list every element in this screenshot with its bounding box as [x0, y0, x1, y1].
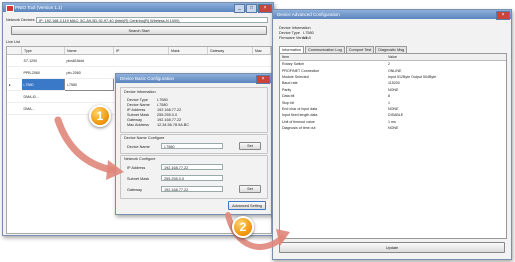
close-icon[interactable]: ×: [496, 11, 510, 20]
advanced-config-titlebar[interactable]: Device Advanced Configuration ×: [273, 10, 511, 20]
info-label-subnet-mask: Subnet Mask: [127, 113, 150, 117]
cell-name: pfo-2060: [64, 66, 114, 79]
close-icon[interactable]: ×: [258, 4, 272, 13]
info-label-mac-address: Mac Address: [127, 123, 149, 127]
subnet-mask-input[interactable]: 255.255.0.0: [161, 175, 223, 181]
minimize-icon[interactable]: _: [234, 4, 245, 13]
info-label-device-name: Device Name: [127, 103, 150, 107]
device-name-group: Device Name Configure Device Name i-7580…: [120, 134, 268, 154]
live-list-label: Live List: [6, 40, 20, 44]
cell-type: DMA-I0...: [21, 90, 65, 103]
app-icon: [6, 5, 14, 12]
set-name-button[interactable]: Set: [239, 142, 261, 150]
device-name-input[interactable]: i-7580: [161, 143, 223, 149]
device-type-value: I-7580: [303, 31, 314, 35]
ip-address-input[interactable]: 192.168.77.22: [161, 164, 223, 170]
update-button[interactable]: Update: [279, 242, 505, 253]
main-window-title: PNIO Tool (Version 1.1): [15, 5, 63, 10]
column-header-name[interactable]: Name: [64, 47, 114, 55]
info-label-ip-address: IP Address: [127, 108, 146, 112]
close-icon[interactable]: ×: [256, 75, 270, 84]
set-network-button[interactable]: Set: [239, 185, 261, 193]
column-header-type[interactable]: Type: [21, 47, 65, 55]
info-label-gateway: Gateway: [127, 118, 142, 122]
network-device-select[interactable]: IP: 192.168.3.119 MAC: 5C-A9-5D-92-97-40…: [36, 17, 268, 23]
ip-address-label: IP Address: [127, 166, 146, 170]
info-value-device-name: i-7580: [157, 103, 168, 107]
cell-type: PPB-2060: [21, 66, 65, 79]
device-information-heading: Device Information: [279, 26, 311, 30]
cell-name: plcs81fd4d: [64, 54, 114, 67]
advanced-config-title: Device Advanced Configuration: [277, 12, 340, 17]
cell-type: i-7580: [21, 78, 65, 91]
search-start-button[interactable]: Search Start: [11, 26, 267, 35]
device-information-group: Device Information Device Type I-7580 De…: [120, 87, 268, 133]
item-cell: Diagnosis of time out: [282, 126, 316, 131]
table-row[interactable]: S7-1200 plcs81fd4d: [7, 54, 271, 67]
maximize-icon[interactable]: □: [246, 4, 257, 13]
info-value-mac-address: 12.34.56.78.9A.BC: [157, 123, 190, 127]
row-indicator-header: [7, 47, 22, 55]
table-row: Diagnosis of time out NONE: [280, 125, 506, 131]
row-pointer-icon: ▸: [7, 78, 22, 91]
advanced-setting-button[interactable]: Advanced Setting: [228, 201, 266, 210]
subnet-mask-label: Subnet Mask: [127, 177, 150, 181]
step2-badge: 2: [232, 216, 254, 238]
column-header-gateway[interactable]: Gateway: [207, 47, 253, 55]
device-name-label: Device Name: [127, 145, 150, 149]
basic-config-title: Device Basic Configuration: [120, 76, 175, 81]
network-configure-heading: Network Configure: [124, 157, 156, 161]
device-type-label: Device Type: [279, 31, 300, 35]
information-panel: Item Value Rotary Switch 2 PROFINET Conne…: [279, 53, 507, 239]
network-configure-group: Network Configure IP Address 192.168.77.…: [120, 155, 268, 199]
main-titlebar[interactable]: PNIO Tool (Version 1.1) _ □ ×: [3, 3, 273, 13]
info-value-ip-address: 192.168.77.22: [157, 108, 182, 112]
info-value-gateway: 192.168.77.22: [157, 118, 182, 122]
cell-type: S7-1200: [21, 54, 65, 67]
tab-communication-log[interactable]: Communication Log: [305, 46, 345, 53]
table-row: Rotary Switch 2: [280, 61, 506, 68]
info-value-subnet-mask: 255.255.0.0: [157, 113, 178, 117]
column-header-ip[interactable]: IP: [113, 47, 169, 55]
step1-badge: 1: [89, 105, 111, 127]
tab-comport-test[interactable]: Comport Test: [345, 46, 375, 53]
firmware-version-value: V1.0: [303, 36, 311, 40]
column-header-mac[interactable]: Mac: [252, 47, 271, 55]
info-value-device-type: I-7580: [157, 98, 168, 102]
value-cell: NONE: [388, 126, 399, 131]
cell-name: i-7580: [64, 78, 114, 91]
basic-config-titlebar[interactable]: Device Basic Configuration ×: [116, 74, 271, 84]
network-devices-label: Network Devices: [6, 18, 35, 22]
gateway-label: Gateway: [127, 188, 142, 192]
gateway-input[interactable]: 192.168.77.22: [161, 186, 223, 192]
column-header-mask[interactable]: Mask: [168, 47, 208, 55]
info-label-device-type: Device Type: [127, 98, 148, 102]
device-information-heading: Device Information: [124, 90, 156, 94]
advanced-config-dialog: Device Advanced Configuration × Device I…: [272, 9, 512, 260]
cell-type: DMA...: [21, 102, 65, 115]
item-cell: Rotary Switch: [282, 62, 305, 67]
information-table: Item Value Rotary Switch 2 PROFINET Conne…: [280, 54, 506, 131]
value-cell: 2: [388, 62, 390, 67]
tab-diagnostic-msg[interactable]: Diagnostic Msg: [375, 46, 408, 53]
basic-config-dialog: Device Basic Configuration × Device Info…: [115, 73, 272, 215]
device-name-configure-heading: Device Name Configure: [124, 136, 165, 140]
